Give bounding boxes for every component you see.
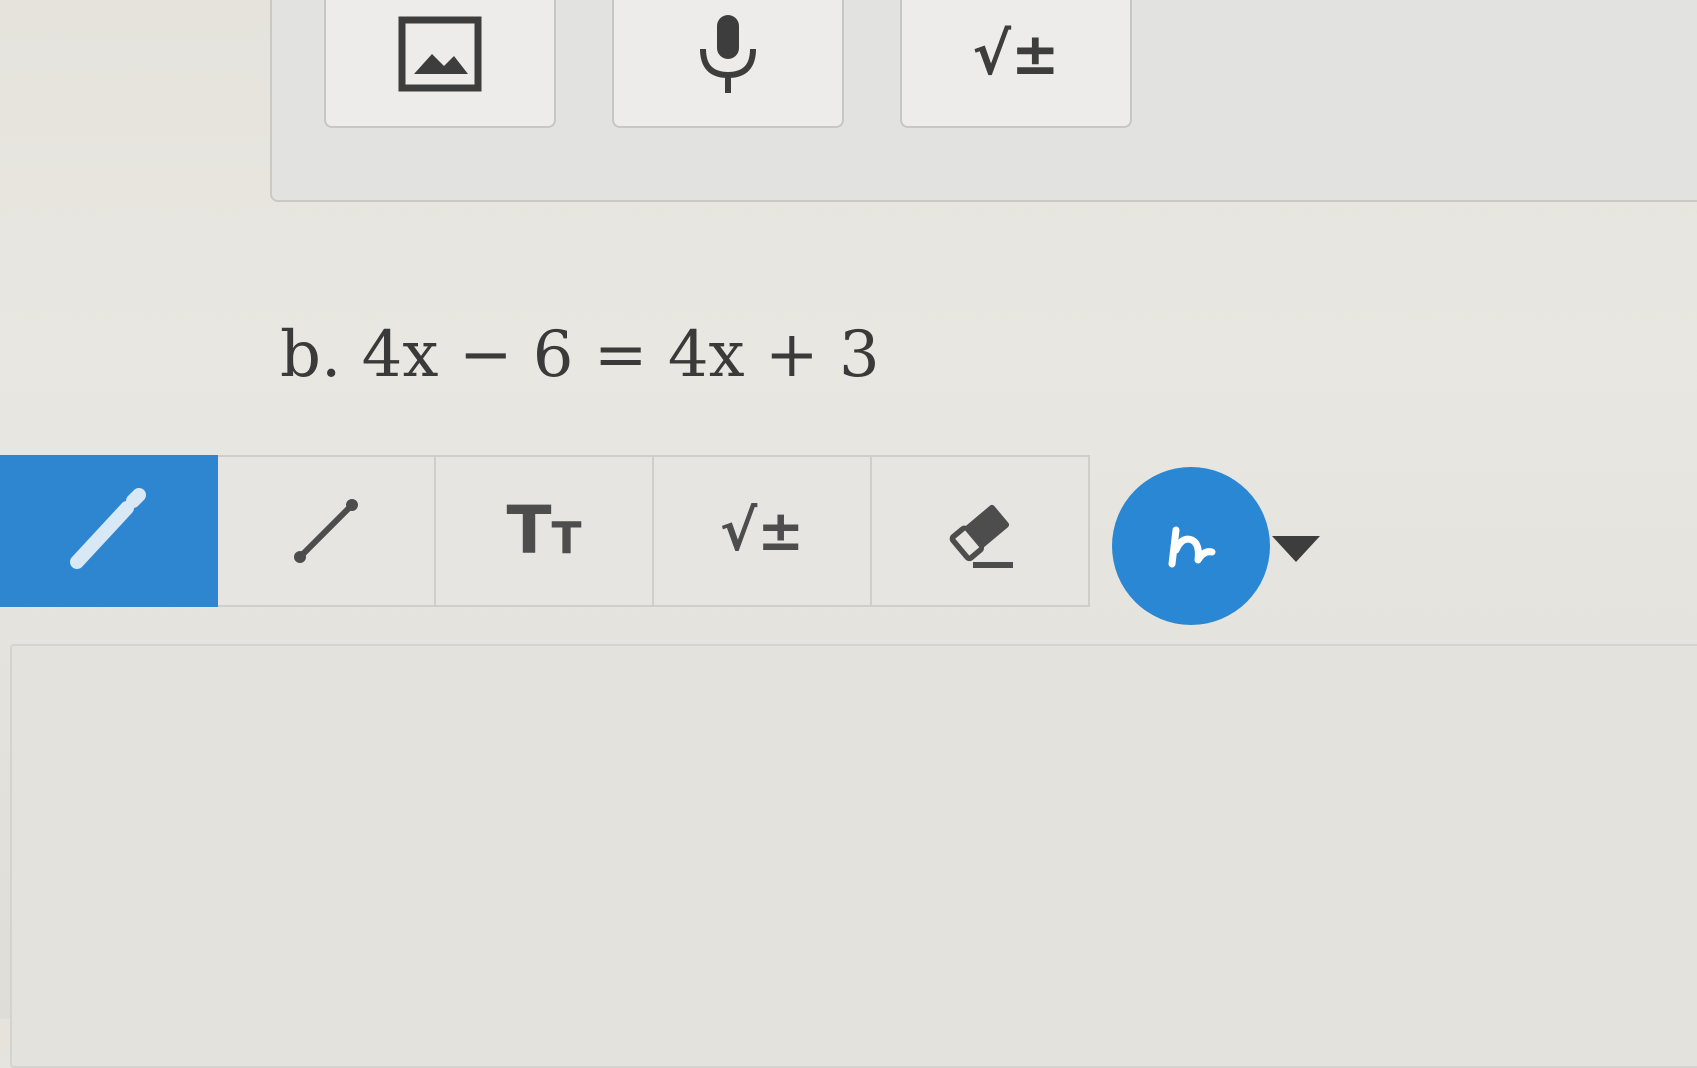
line-icon <box>294 499 358 563</box>
drawing-toolbar: TT √± <box>0 455 1090 607</box>
insert-image-button[interactable] <box>324 0 556 128</box>
line-tool-button[interactable] <box>218 455 436 607</box>
response-options-panel: √± <box>270 0 1697 202</box>
question-text: b. 4x − 6 = 4x + 3 <box>280 318 880 392</box>
color-picker-button[interactable] <box>1112 467 1270 625</box>
color-dropdown-button[interactable] <box>1270 534 1322 569</box>
math-sqrt-icon: √± <box>972 20 1060 88</box>
chevron-down-icon <box>1272 536 1320 562</box>
math-sqrt-icon: √± <box>719 498 805 564</box>
pencil-tool-button[interactable] <box>0 455 218 607</box>
text-tool-button[interactable]: TT <box>436 455 654 607</box>
pencil-icon <box>70 488 146 569</box>
eraser-icon <box>949 504 1013 568</box>
eraser-tool-button[interactable] <box>872 455 1090 607</box>
math-tool-button[interactable]: √± <box>654 455 872 607</box>
drawing-canvas[interactable] <box>10 644 1697 1068</box>
image-icon <box>398 16 482 92</box>
scribble-icon <box>1168 526 1216 568</box>
microphone-icon <box>700 15 756 93</box>
record-audio-button[interactable] <box>612 0 844 128</box>
math-input-button[interactable]: √± <box>900 0 1132 128</box>
text-size-icon: TT <box>506 492 582 569</box>
